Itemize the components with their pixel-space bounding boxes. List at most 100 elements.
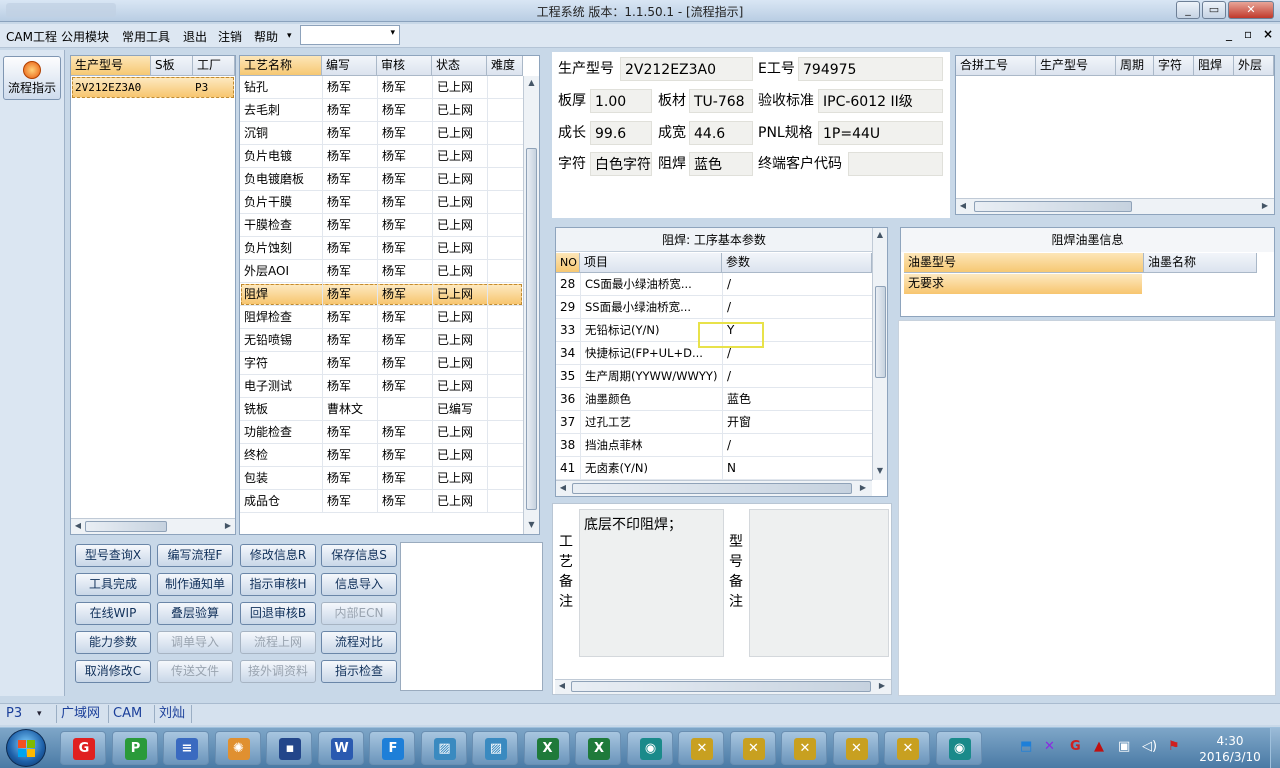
writer-cell[interactable]: 杨军 [322, 490, 377, 513]
param-item-cell[interactable]: SS面最小绿油桥宽... [580, 296, 722, 319]
vertical-scrollbar[interactable]: ▲ ▼ [523, 76, 539, 534]
col-header-no[interactable]: NO [556, 253, 580, 273]
reviewer-cell[interactable]: 杨军 [377, 283, 432, 306]
action-button-11[interactable]: 内部ECN [321, 602, 397, 625]
process-name-cell[interactable]: 成品仓 [240, 490, 322, 513]
horizontal-scrollbar[interactable]: ◀ ▶ [71, 518, 235, 534]
col-header-param[interactable]: 参数 [722, 253, 872, 273]
process-name-cell[interactable]: 字符 [240, 352, 322, 375]
param-item-cell[interactable]: 无卤素(Y/N) [580, 457, 722, 480]
menu-help[interactable]: 帮助 [254, 28, 278, 45]
param-item-cell[interactable]: 挡油点菲林 [580, 434, 722, 457]
writer-cell[interactable]: 曹林文 [322, 398, 377, 421]
param-no-cell[interactable]: 41 [556, 457, 580, 480]
taskbar-button[interactable]: ▨ [420, 731, 467, 765]
menu-exit[interactable]: 退出 [183, 28, 207, 45]
reviewer-cell[interactable]: 杨军 [377, 76, 432, 99]
reviewer-cell[interactable]: 杨军 [377, 145, 432, 168]
process-name-cell[interactable]: 包装 [240, 467, 322, 490]
scroll-up-icon[interactable]: ▲ [873, 230, 887, 239]
factory-select[interactable]: P3 [6, 705, 22, 723]
tray-app-icon[interactable]: ⬒ [1020, 739, 1032, 754]
difficulty-cell[interactable] [487, 76, 523, 99]
action-button-3[interactable]: 保存信息S [321, 544, 397, 567]
param-no-cell[interactable]: 34 [556, 342, 580, 365]
process-name-cell[interactable]: 电子测试 [240, 375, 322, 398]
chevron-down-icon[interactable]: ▾ [37, 705, 42, 723]
ink-model-cell[interactable]: 无要求 [904, 272, 1142, 295]
action-button-7[interactable]: 信息导入 [321, 573, 397, 596]
reviewer-cell[interactable] [377, 398, 432, 421]
taskbar-button[interactable]: ✕ [678, 731, 724, 765]
reviewer-cell[interactable]: 杨军 [377, 237, 432, 260]
writer-cell[interactable]: 杨军 [322, 168, 377, 191]
difficulty-cell[interactable] [487, 375, 523, 398]
status-cell[interactable]: 已编写 [432, 398, 487, 421]
scroll-thumb[interactable] [571, 681, 871, 692]
status-cell[interactable]: 已上网 [432, 214, 487, 237]
param-value-cell[interactable]: N [722, 457, 872, 480]
scroll-left-icon[interactable]: ◀ [555, 681, 569, 690]
status-cell[interactable]: 已上网 [432, 306, 487, 329]
process-name-cell[interactable]: 终检 [240, 444, 322, 467]
vertical-scrollbar[interactable]: ▲ ▼ [872, 228, 887, 480]
difficulty-cell[interactable] [487, 283, 523, 306]
volume-icon[interactable]: ◁) [1142, 739, 1157, 754]
difficulty-cell[interactable] [487, 99, 523, 122]
writer-cell[interactable]: 杨军 [322, 283, 377, 306]
col-header-combine-model[interactable]: 生产型号 [1036, 56, 1116, 76]
status-cell[interactable]: 已上网 [432, 76, 487, 99]
process-name-cell[interactable]: 负片蚀刻 [240, 237, 322, 260]
scroll-left-icon[interactable]: ◀ [956, 201, 970, 210]
difficulty-cell[interactable] [487, 444, 523, 467]
scroll-right-icon[interactable]: ▶ [1258, 201, 1272, 210]
taskbar-button[interactable]: X [575, 731, 621, 765]
reviewer-cell[interactable]: 杨军 [377, 490, 432, 513]
menu-logout[interactable]: 注销 [218, 28, 242, 45]
taskbar-button[interactable]: ≡ [163, 731, 209, 765]
difficulty-cell[interactable] [487, 168, 523, 191]
reviewer-cell[interactable]: 杨军 [377, 168, 432, 191]
status-cell[interactable]: 已上网 [432, 490, 487, 513]
status-cell[interactable]: 已上网 [432, 329, 487, 352]
taskbar-button[interactable]: W [317, 731, 364, 765]
col-header-process[interactable]: 工艺名称 [240, 56, 322, 76]
col-header-difficulty[interactable]: 难度 [487, 56, 523, 76]
action-button-0[interactable]: 型号查询X [75, 544, 151, 567]
status-cell[interactable]: 已上网 [432, 444, 487, 467]
action-button-10[interactable]: 回退审核B [240, 602, 316, 625]
action-button-8[interactable]: 在线WIP [75, 602, 151, 625]
writer-cell[interactable]: 杨军 [322, 444, 377, 467]
col-header-status[interactable]: 状态 [432, 56, 487, 76]
status-cell[interactable]: 已上网 [432, 375, 487, 398]
window-select-dropdown[interactable]: ▾ [300, 25, 400, 45]
menu-common-tools[interactable]: 常用工具 [122, 28, 170, 45]
menu-public-modules[interactable]: 公用模块 [61, 28, 109, 45]
difficulty-cell[interactable] [487, 352, 523, 375]
taskbar-button[interactable]: P [111, 731, 158, 765]
process-name-cell[interactable]: 去毛刺 [240, 99, 322, 122]
col-header-model[interactable]: 生产型号 [71, 56, 151, 76]
action-button-2[interactable]: 修改信息R [240, 544, 316, 567]
process-name-cell[interactable]: 无铅喷锡 [240, 329, 322, 352]
reviewer-cell[interactable]: 杨军 [377, 467, 432, 490]
difficulty-cell[interactable] [487, 421, 523, 444]
mdi-close-icon[interactable]: × [1263, 27, 1273, 41]
action-button-18[interactable]: 接外调资料 [240, 660, 316, 683]
writer-cell[interactable]: 杨军 [322, 467, 377, 490]
reviewer-cell[interactable]: 杨军 [377, 421, 432, 444]
flag-icon[interactable]: ⚑ [1168, 739, 1180, 754]
col-header-writer[interactable]: 编写 [322, 56, 377, 76]
param-no-cell[interactable]: 33 [556, 319, 580, 342]
scroll-thumb[interactable] [974, 201, 1132, 212]
col-header-mask[interactable]: 阻焊 [1194, 56, 1234, 76]
difficulty-cell[interactable] [487, 145, 523, 168]
param-item-cell[interactable]: CS面最小绿油桥宽... [580, 273, 722, 296]
param-item-cell[interactable]: 过孔工艺 [580, 411, 722, 434]
reviewer-cell[interactable]: 杨军 [377, 214, 432, 237]
tray-g-icon[interactable]: G [1070, 739, 1081, 754]
param-item-cell[interactable]: 油墨颜色 [580, 388, 722, 411]
writer-cell[interactable]: 杨军 [322, 375, 377, 398]
writer-cell[interactable]: 杨军 [322, 191, 377, 214]
taskbar-button[interactable]: F [369, 731, 415, 765]
